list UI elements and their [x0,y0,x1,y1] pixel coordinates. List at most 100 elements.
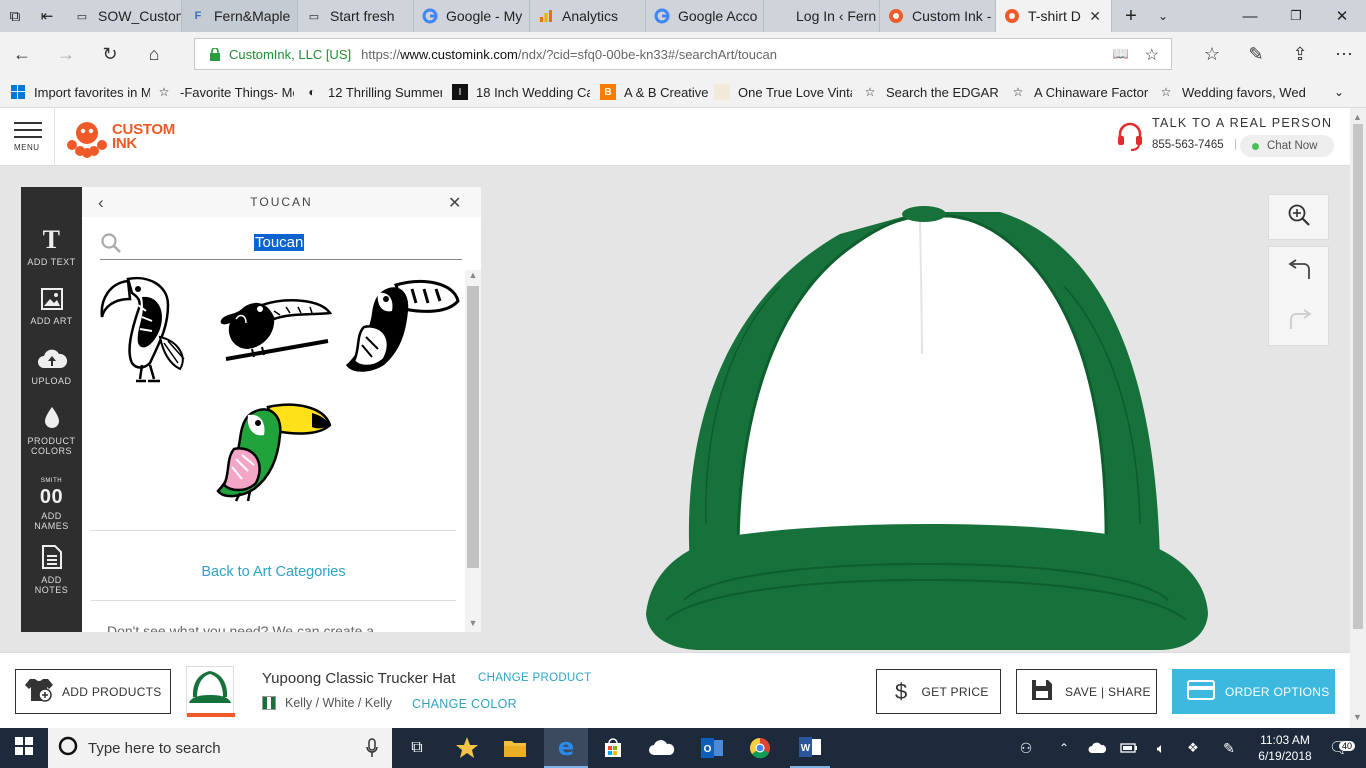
product-colors-button[interactable]: PRODUCT COLORS [21,406,82,456]
chat-now-button[interactable]: Chat Now [1240,135,1334,157]
add-products-button[interactable]: ADD PRODUCTS [15,669,171,714]
history-controls [1268,246,1329,346]
favorite-item[interactable]: ☆ Wedding favors, Wed [1158,76,1308,108]
get-price-button[interactable]: $ GET PRICE [876,669,1001,714]
scroll-down-icon[interactable]: ▼ [465,618,481,632]
scrollbar-thumb[interactable] [467,286,479,568]
sticky-star-app-icon[interactable] [448,728,486,768]
back-icon[interactable]: ← [6,38,38,70]
outlook-icon[interactable]: O [692,728,732,768]
reading-view-icon[interactable]: 📖 [1113,46,1129,62]
favorite-item[interactable]: ◐ 12 Thrilling Summer \ [304,76,442,108]
windows-icon [10,84,26,100]
home-icon[interactable]: ⌂ [138,38,170,70]
add-art-button[interactable]: ADD ART [21,288,82,326]
tab-analytics[interactable]: Analytics [530,0,646,32]
forward-icon[interactable]: → [50,38,82,70]
add-names-button[interactable]: SMITH 00 ADD NAMES [21,476,82,531]
action-center-button[interactable]: 🗨︎ 40 [1324,728,1356,768]
page-scrollbar[interactable]: ▲ ▼ [1350,108,1366,728]
volume-icon[interactable]: 🔈︎ [1148,728,1174,768]
favorite-item[interactable]: ☆ A Chinaware Factory [1010,76,1148,108]
close-tab-icon[interactable]: ✕ [1089,8,1101,25]
tab-log-in[interactable]: Log In ‹ Fern [764,0,880,32]
star-icon: ☆ [1012,85,1024,99]
toucan-art-4[interactable] [216,403,332,503]
microphone-icon[interactable] [366,738,378,763]
task-view-icon[interactable]: ⧉ [398,728,436,768]
favorite-item[interactable]: One True Love Vintag [714,76,852,108]
chevron-down-icon[interactable]: ⌄ [1148,0,1178,32]
back-to-art-categories-link[interactable]: Back to Art Categories [91,564,456,580]
favorite-item[interactable]: I 18 Inch Wedding Cak [452,76,590,108]
favorite-item[interactable]: ☆ -Favorite Things- Mo [156,76,294,108]
tab-tshirt-designer[interactable]: T-shirt D ✕ [996,0,1112,32]
tab-google-acco[interactable]: Google Acco [646,0,764,32]
scrollbar-thumb[interactable] [1353,124,1363,629]
add-text-button[interactable]: T ADD TEXT [21,227,82,268]
tab-google-my[interactable]: Google - My [414,0,530,32]
change-product-link[interactable]: CHANGE PRODUCT [478,672,591,684]
scroll-down-icon[interactable]: ▼ [1353,712,1362,722]
favorite-item[interactable]: B A & B Creative [600,76,708,108]
pen-icon[interactable]: ✎ [1240,38,1272,70]
change-color-link[interactable]: CHANGE COLOR [412,697,517,711]
toucan-art-3[interactable] [344,279,460,379]
pen-workspace-icon[interactable]: ✎ [1216,728,1242,768]
dollar-icon: $ [895,678,908,704]
clock[interactable]: 11:03 AM 6/19/2018 [1250,728,1320,768]
more-icon[interactable]: ⋯ [1328,38,1360,70]
onedrive-icon[interactable] [642,728,682,768]
undo-button[interactable] [1269,259,1330,286]
file-explorer-icon[interactable] [496,728,534,768]
battery-icon[interactable] [1116,728,1142,768]
scroll-up-icon[interactable]: ▲ [1353,112,1362,122]
toucan-art-2[interactable] [216,293,332,365]
show-hidden-icons-icon[interactable]: ⌃ [1052,728,1076,768]
people-icon[interactable]: ⚇ [1012,728,1040,768]
favorite-item[interactable]: Import favorites in M [10,76,150,108]
store-icon[interactable] [594,728,632,768]
share-icon[interactable]: ⇪ [1284,38,1316,70]
refresh-icon[interactable]: ↻ [94,38,126,70]
art-search-input[interactable]: Toucan [100,230,462,260]
add-notes-button[interactable]: ADD NOTES [21,545,82,595]
set-tabs-aside-icon[interactable]: ⇤ [32,0,62,32]
tab-fern-maple[interactable]: F Fern&Maple [182,0,298,32]
tab-actions-icon[interactable]: ⧉ [0,0,30,32]
order-options-button[interactable]: ORDER OPTIONS [1172,669,1335,714]
minimize-icon[interactable]: — [1230,0,1270,32]
redo-button[interactable] [1269,309,1330,336]
custom-ink-logo[interactable]: CUSTOM INK [66,116,178,158]
scroll-up-icon[interactable]: ▲ [465,270,481,284]
favorite-item[interactable]: ☆ Search the EDGAR Da [862,76,1000,108]
menu-button[interactable]: MENU [14,122,42,152]
favorite-star-icon[interactable]: ☆ [1145,45,1159,65]
trucker-hat-preview[interactable] [620,194,1240,650]
dropbox-icon[interactable]: ❖ [1180,728,1206,768]
close-icon[interactable]: ✕ [448,193,461,213]
close-window-icon[interactable]: ✕ [1322,0,1362,32]
product-thumbnail[interactable] [186,666,235,717]
tab-custom-ink[interactable]: Custom Ink - [880,0,996,32]
start-button[interactable] [0,728,48,768]
chrome-icon[interactable] [740,728,780,768]
tab-start-fresh[interactable]: ▭ Start fresh [298,0,414,32]
new-tab-icon[interactable]: + [1116,0,1146,32]
notification-count-badge: 40 [1339,741,1356,751]
phone-number[interactable]: 855-563-7465 [1152,139,1224,151]
word-icon[interactable]: W [790,728,830,768]
restore-icon[interactable]: ❐ [1276,0,1316,32]
toucan-art-1[interactable] [98,271,194,387]
favorites-hub-icon[interactable]: ☆ [1196,38,1228,70]
onedrive-tray-icon[interactable] [1084,728,1110,768]
panel-scrollbar[interactable]: ▲ ▼ [465,270,481,632]
upload-button[interactable]: UPLOAD [21,348,82,386]
address-bar[interactable]: CustomInk, LLC [US] https://www.customin… [194,38,1172,70]
taskbar-search-box[interactable]: Type here to search [48,728,392,768]
zoom-button[interactable] [1268,194,1329,240]
tab-sow[interactable]: ▭ SOW_Custon [66,0,182,32]
chevron-down-icon[interactable]: ⌄ [1334,76,1354,108]
save-share-button[interactable]: SAVE | SHARE [1016,669,1157,714]
edge-browser-icon[interactable]: e [544,728,588,768]
